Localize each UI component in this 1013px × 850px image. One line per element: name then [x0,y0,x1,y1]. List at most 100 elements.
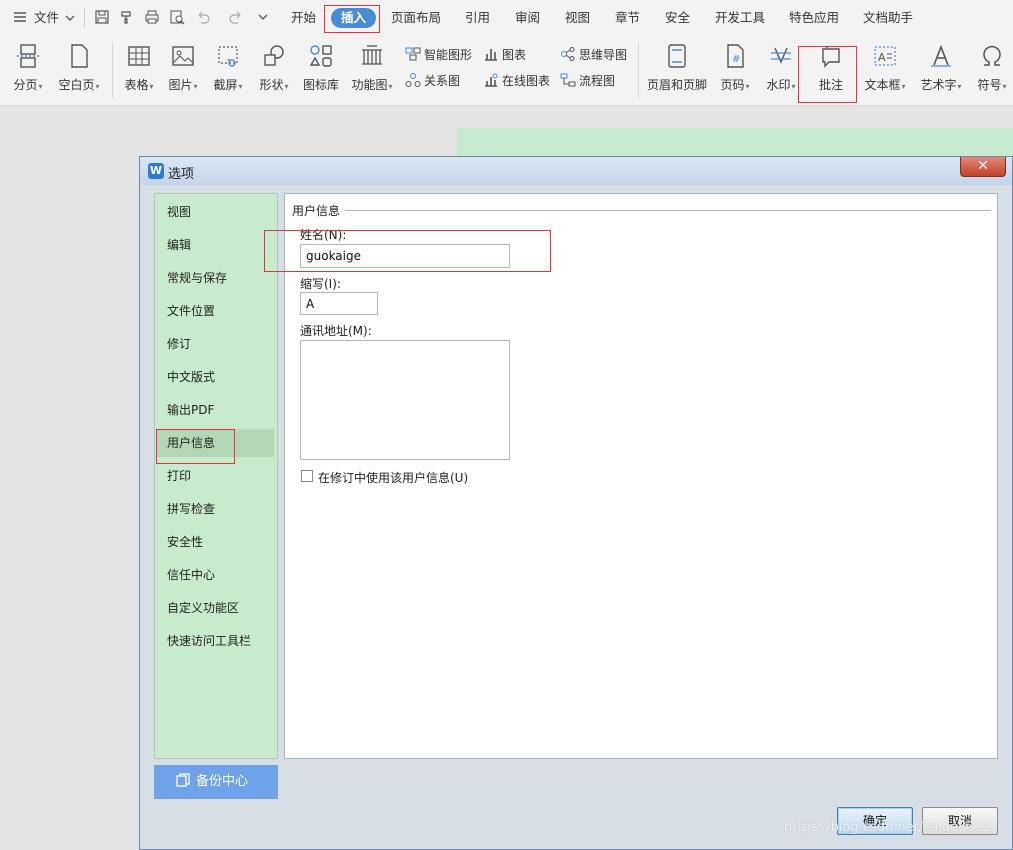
page-number-label: 页码 [720,78,745,92]
screenshot-label: 截屏 [213,78,238,92]
menu-bar: 文件 开始 插入 页面布局 引用 审阅 视图 章节 安全 开发工具 特色应用 文… [0,0,1013,36]
hamburger-menu-icon[interactable] [13,10,27,24]
group-divider [345,210,991,211]
relation-chart-button[interactable]: 关系图 [405,72,460,90]
ribbon-separator [638,42,639,98]
format-painter-icon[interactable] [119,9,135,25]
screenshot-button[interactable]: 截屏▾ [208,42,248,93]
header-footer-label: 页眉和页脚 [646,78,707,92]
tab-page-layout[interactable]: 页面布局 [391,9,441,27]
nav-item-customize-ribbon[interactable]: 自定义功能区 [167,599,239,616]
page-number-button[interactable]: # 页码▾ [716,42,754,93]
online-chart-button[interactable]: 在线图表 [483,72,550,90]
redo-icon[interactable] [228,9,244,25]
bar-chart-icon [483,46,499,62]
tab-document-assistant[interactable]: 文档助手 [863,9,913,27]
page-number-icon: # [721,42,749,70]
use-in-revision-label[interactable]: 在修订中使用该用户信息(U) [318,469,468,486]
file-menu[interactable]: 文件 [34,9,59,27]
nav-item-edit[interactable]: 编辑 [167,236,191,253]
undo-icon[interactable] [195,9,211,25]
smart-graphic-button[interactable]: 智能图形 [405,46,472,64]
wps-logo-icon: W [148,163,164,179]
menu-divider [84,8,85,28]
use-in-revision-checkbox[interactable] [301,470,313,482]
watermark-text: https://blog.csdn.net/kaige8312 [784,820,992,835]
flowchart-button[interactable]: 流程图 [560,72,615,90]
address-label: 通讯地址(M): [300,324,372,338]
customize-toolbar-icon[interactable] [255,9,271,25]
table-button[interactable]: 表格▾ [120,42,158,93]
nav-item-spell-check[interactable]: 拼写检查 [167,500,215,517]
print-icon[interactable] [144,9,160,25]
nav-item-view[interactable]: 视图 [167,203,191,220]
highlight-box [264,230,551,272]
initials-label: 缩写(I): [300,277,341,291]
header-footer-button[interactable]: 页眉和页脚 [644,42,710,93]
icon-library-button[interactable]: 图标库 [300,42,342,93]
nav-item-chinese-layout[interactable]: 中文版式 [167,368,215,385]
tab-section[interactable]: 章节 [615,9,640,27]
picture-icon [169,42,197,70]
text-box-button[interactable]: A 文本框▾ [862,42,908,93]
nav-item-trust-center[interactable]: 信任中心 [167,566,215,583]
tab-home[interactable]: 开始 [291,9,316,27]
table-label: 表格 [124,78,149,92]
highlight-box [324,5,380,33]
shape-icon [260,42,288,70]
blank-page-button[interactable]: 空白页▾ [54,42,104,93]
tab-review[interactable]: 审阅 [515,9,540,27]
relation-chart-label: 关系图 [424,74,461,88]
initials-field[interactable] [300,292,378,315]
backup-center-button[interactable]: 备份中心 [154,765,278,799]
online-chart-label: 在线图表 [502,74,551,88]
chevron-down-icon[interactable] [65,12,75,22]
dialog-titlebar[interactable]: W 选项 ✕ [140,157,1012,185]
tab-special-features[interactable]: 特色应用 [789,9,839,27]
user-info-panel: 用户信息 姓名(N): 缩写(I): 通讯地址(M): 在修订中使用该用户信息(… [284,193,998,759]
tab-view[interactable]: 视图 [565,9,590,27]
watermark-button[interactable]: 水印▾ [762,42,800,93]
blank-page-icon [65,42,93,70]
word-art-icon [927,42,955,70]
backup-icon [176,773,190,787]
function-chart-button[interactable]: 功能图▾ [348,42,396,93]
watermark-label: 水印 [766,78,791,92]
nav-item-export-pdf[interactable]: 输出PDF [167,401,214,418]
icon-library-icon [307,42,335,70]
word-art-button[interactable]: 艺术字▾ [918,42,964,93]
chart-label: 图表 [502,48,527,62]
close-button[interactable]: ✕ [960,157,1006,177]
symbol-button[interactable]: 符号▾ [974,42,1010,93]
dialog-title: 选项 [168,167,195,182]
backup-center-label: 备份中心 [196,774,249,789]
smart-graphic-label: 智能图形 [424,48,473,62]
chart-button[interactable]: 图表 [483,46,526,64]
nav-item-quick-access-toolbar[interactable]: 快速访问工具栏 [167,632,251,649]
flowchart-label: 流程图 [579,74,616,88]
nav-item-file-location[interactable]: 文件位置 [167,302,215,319]
nav-item-general-save[interactable]: 常规与保存 [167,269,227,286]
text-box-icon: A [871,42,899,70]
tab-developer[interactable]: 开发工具 [715,9,765,27]
flowchart-icon [560,72,576,88]
print-preview-icon[interactable] [169,9,185,25]
relation-chart-icon [405,72,421,88]
watermark-icon [767,42,795,70]
tab-security[interactable]: 安全 [665,9,690,27]
picture-button[interactable]: 图片▾ [164,42,202,93]
address-field[interactable] [300,340,510,460]
word-art-label: 艺术字 [920,78,957,92]
highlight-box [156,429,235,464]
shape-button[interactable]: 形状▾ [254,42,294,93]
nav-item-revision[interactable]: 修订 [167,335,191,352]
nav-item-print[interactable]: 打印 [167,467,191,484]
tab-references[interactable]: 引用 [465,9,490,27]
mind-map-icon [560,46,576,62]
mind-map-button[interactable]: 思维导图 [560,46,627,64]
blank-page-label: 空白页 [58,78,95,92]
page-break-button[interactable]: 分页▾ [8,42,48,93]
save-icon[interactable] [94,9,110,25]
nav-item-security[interactable]: 安全性 [167,533,203,550]
picture-label: 图片 [168,78,193,92]
